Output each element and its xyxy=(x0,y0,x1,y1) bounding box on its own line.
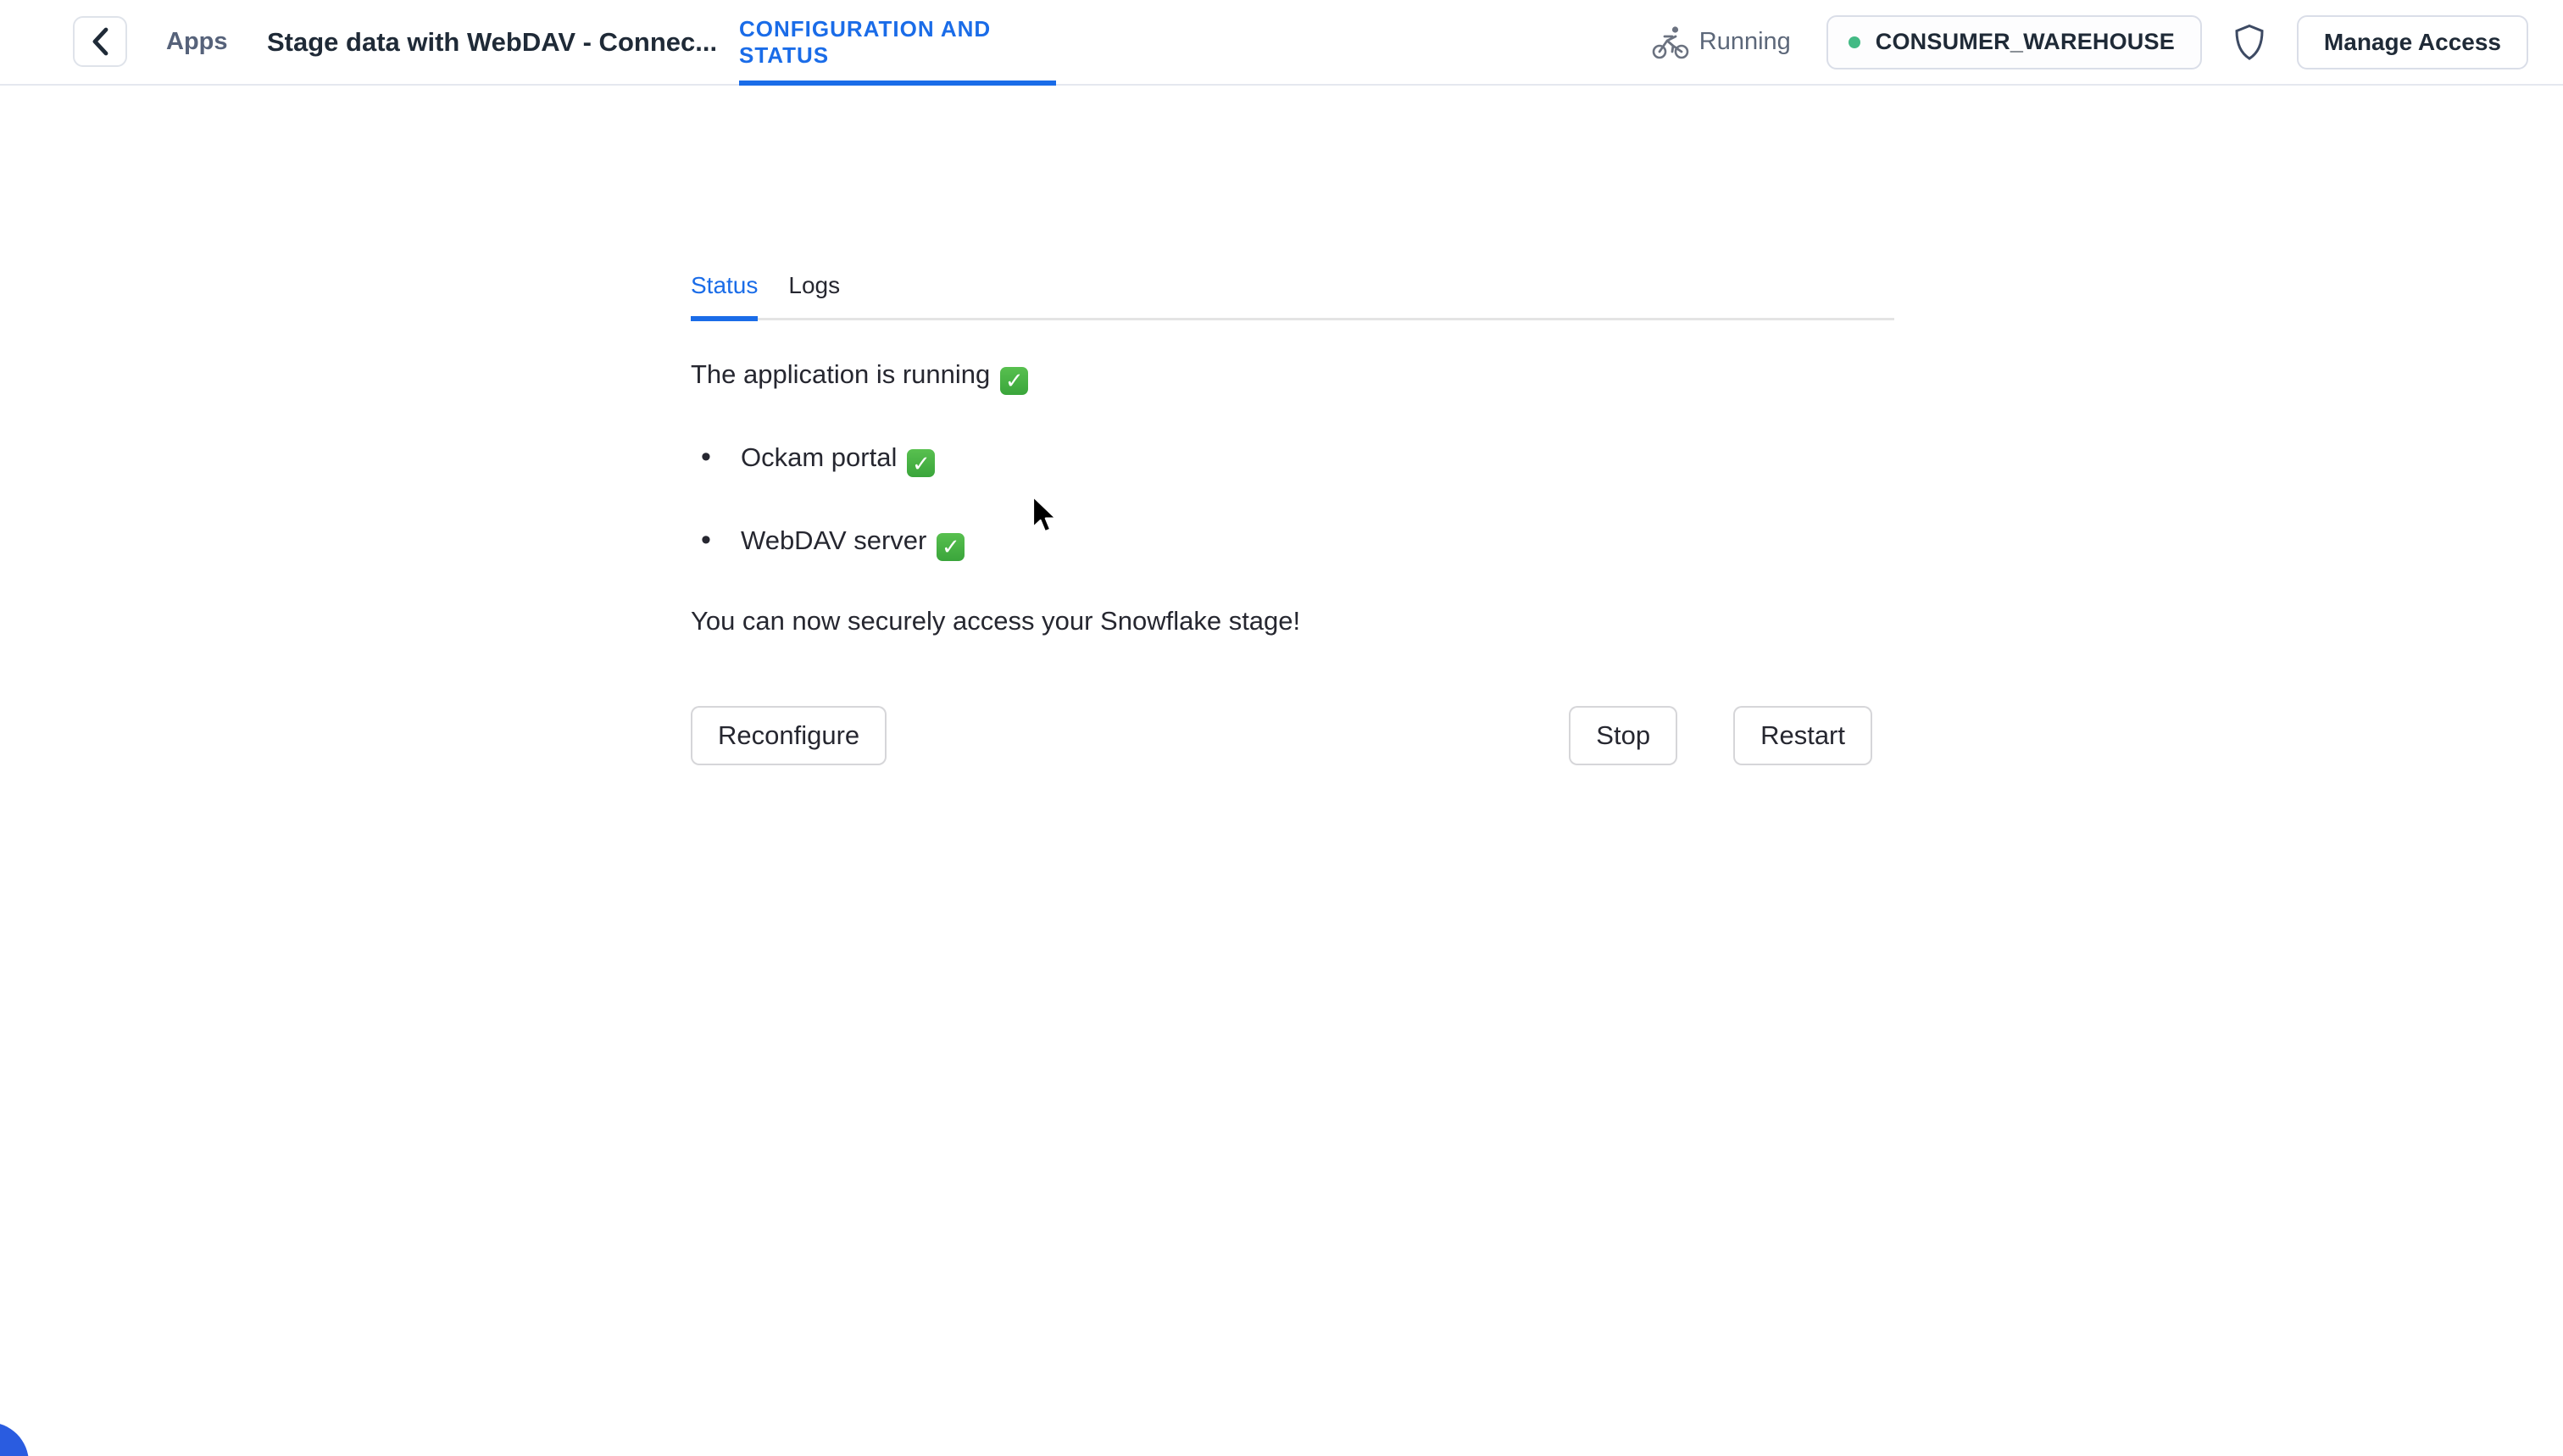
active-tab-underline xyxy=(739,81,1056,86)
app-content-column: Status Logs The application is running ✓ … xyxy=(691,87,1894,765)
topbar-right-cluster: Running CONSUMER_WAREHOUSE Manage Access xyxy=(1652,0,2528,84)
warehouse-name: CONSUMER_WAREHOUSE xyxy=(1875,29,2175,54)
component-status-list: Ockam portal ✓ WebDAV server ✓ xyxy=(691,441,1894,561)
running-message-text: The application is running xyxy=(691,359,991,389)
check-emoji: ✓ xyxy=(907,449,936,477)
shield-icon xyxy=(2235,24,2264,60)
check-emoji: ✓ xyxy=(937,532,965,561)
warehouse-active-dot xyxy=(1848,36,1860,48)
security-shield-button[interactable] xyxy=(2226,15,2273,69)
app-status-indicator: Running xyxy=(1652,25,1791,59)
warehouse-selector-button[interactable]: CONSUMER_WAREHOUSE xyxy=(1826,14,2202,69)
closing-message: You can now securely access your Snowfla… xyxy=(691,605,1301,636)
tab-status[interactable]: Status xyxy=(691,272,759,321)
stop-button[interactable]: Stop xyxy=(1569,705,1678,765)
chevron-left-icon xyxy=(92,27,108,56)
list-item-ockam-portal: Ockam portal ✓ xyxy=(691,441,1894,477)
reconfigure-button[interactable]: Reconfigure xyxy=(691,705,887,765)
restart-button[interactable]: Restart xyxy=(1733,705,1872,765)
tab-logs[interactable]: Logs xyxy=(788,272,840,318)
breadcrumb-apps-link[interactable]: Apps xyxy=(166,0,228,84)
app-status-label: Running xyxy=(1698,28,1791,55)
corner-floating-button[interactable] xyxy=(0,1422,29,1456)
top-navigation-bar: Apps Stage data with WebDAV - Connec... … xyxy=(0,0,2563,86)
back-button[interactable] xyxy=(73,16,127,67)
status-logs-tabs: Status Logs xyxy=(691,87,1894,321)
tab-configuration-and-status[interactable]: CONFIGURATION AND STATUS xyxy=(739,0,1056,84)
list-item-label: WebDAV server xyxy=(741,525,927,555)
list-item-label: Ockam portal xyxy=(741,442,898,472)
cyclist-running-icon xyxy=(1652,25,1689,58)
list-item-webdav-server: WebDAV server ✓ xyxy=(691,524,1894,561)
app-window: Apps Stage data with WebDAV - Connec... … xyxy=(0,0,2563,1456)
check-emoji: ✓ xyxy=(1000,366,1029,395)
page-title: Stage data with WebDAV - Connec... xyxy=(267,26,718,57)
running-message: The application is running ✓ xyxy=(691,359,1894,395)
manage-access-button[interactable]: Manage Access xyxy=(2296,14,2528,69)
action-buttons-row: Reconfigure Stop Restart xyxy=(691,705,1894,765)
